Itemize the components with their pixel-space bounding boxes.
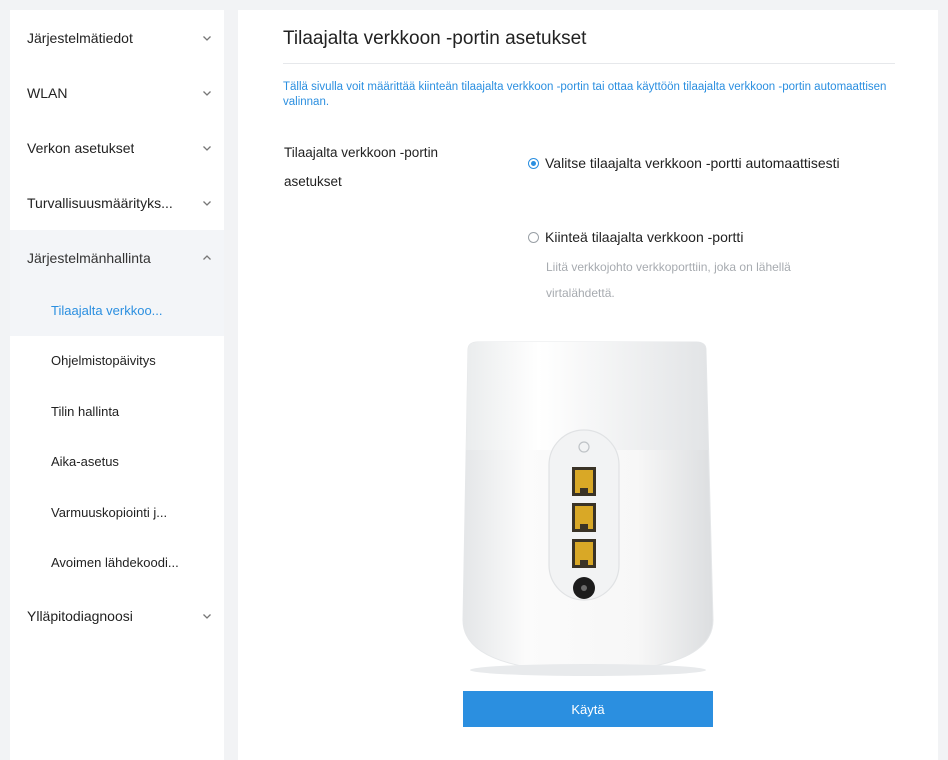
sidebar-item-label: WLAN <box>27 84 68 101</box>
radio-fixed-port[interactable]: Kiinteä tilaajalta verkkoon -portti <box>528 229 743 245</box>
sidebar-item-network-settings[interactable]: Verkon asetukset <box>10 120 224 175</box>
radio-auto-select[interactable]: Valitse tilaajalta verkkoon -portti auto… <box>528 155 840 171</box>
chevron-down-icon <box>200 86 214 100</box>
sidebar-subitem-backup[interactable]: Varmuuskopiointi j... <box>10 487 224 538</box>
apply-button[interactable]: Käytä <box>463 691 713 727</box>
main-panel: Tilaajalta verkkoon -portin asetukset Tä… <box>238 10 938 760</box>
sidebar-item-label: Järjestelmätiedot <box>27 29 133 46</box>
chevron-down-icon <box>200 609 214 623</box>
sidebar-item-label: Ylläpitodiagnoosi <box>27 607 133 624</box>
radio-auto-select-label: Valitse tilaajalta verkkoon -portti auto… <box>545 155 840 171</box>
ethernet-port-icon <box>572 503 596 532</box>
wan-port-setting-label: Tilaajalta verkkoon -portin asetukset <box>284 145 439 189</box>
sidebar-item-wlan[interactable]: WLAN <box>10 65 224 120</box>
sidebar-item-security[interactable]: Turvallisuusmäärityks... <box>10 175 224 230</box>
sidebar-item-system-info[interactable]: Järjestelmätiedot <box>10 10 224 65</box>
sidebar-item-label: Verkon asetukset <box>27 139 135 156</box>
chevron-down-icon <box>200 141 214 155</box>
sidebar-subitem-wan-port[interactable]: Tilaajalta verkkoo... <box>10 285 224 336</box>
chevron-down-icon <box>200 31 214 45</box>
ethernet-port-icon <box>572 467 596 496</box>
radio-fixed-port-indicator[interactable] <box>528 231 539 243</box>
sidebar-item-maintenance-diagnosis[interactable]: Ylläpitodiagnoosi <box>10 588 224 643</box>
sidebar-item-label: Järjestelmänhallinta <box>27 249 151 266</box>
sidebar-item-label: Turvallisuusmäärityks... <box>27 194 173 211</box>
page-description: Tällä sivulla voit määrittää kiinteän ti… <box>283 81 887 108</box>
ethernet-port-icon <box>572 539 596 568</box>
page-title: Tilaajalta verkkoon -portin asetukset <box>283 28 587 49</box>
sidebar: Järjestelmätiedot WLAN Verkon asetukset … <box>10 10 224 760</box>
chevron-up-icon <box>200 251 214 265</box>
radio-fixed-port-label: Kiinteä tilaajalta verkkoon -portti <box>545 229 744 245</box>
sidebar-subitem-time-setting[interactable]: Aika-asetus <box>10 437 224 488</box>
router-device-image <box>462 341 714 676</box>
sidebar-subitem-open-source[interactable]: Avoimen lähdekoodi... <box>10 538 224 589</box>
title-divider <box>283 63 895 64</box>
chevron-down-icon <box>200 196 214 210</box>
radio-auto-select-indicator[interactable] <box>528 157 539 169</box>
fixed-port-hint: Liitä verkkojohto verkkoporttiin, joka o… <box>546 260 791 300</box>
sidebar-item-system-management[interactable]: Järjestelmänhallinta <box>10 230 224 285</box>
sidebar-subitem-account-management[interactable]: Tilin hallinta <box>10 386 224 437</box>
sidebar-subitem-software-update[interactable]: Ohjelmistopäivitys <box>10 336 224 387</box>
